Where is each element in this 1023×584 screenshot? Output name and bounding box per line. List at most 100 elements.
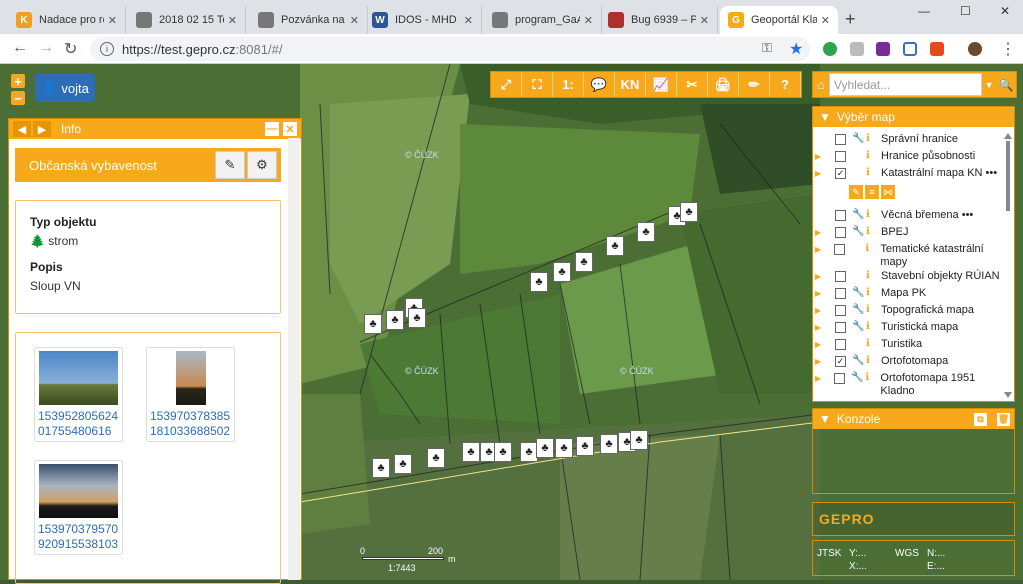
office-extension-icon[interactable] bbox=[930, 42, 944, 56]
home-icon[interactable]: ⌂ bbox=[813, 78, 829, 92]
browser-tab[interactable]: Bug 6939 – Ps ✕ bbox=[600, 6, 718, 34]
search-input[interactable]: Vyhledat... bbox=[828, 73, 983, 96]
kn-icon[interactable]: KN bbox=[615, 72, 646, 97]
search-icon[interactable]: 🔍 bbox=[996, 78, 1016, 92]
edit-icon[interactable]: ✎ bbox=[215, 151, 245, 179]
onenote-extension-icon[interactable] bbox=[876, 42, 890, 56]
layer-row[interactable]: 🔧 ℹ Správní hranice bbox=[813, 133, 1003, 146]
info-icon[interactable]: ℹ bbox=[866, 270, 878, 281]
layer-checkbox[interactable] bbox=[834, 244, 846, 255]
info-icon[interactable]: ℹ bbox=[866, 355, 878, 366]
site-info-icon[interactable]: i bbox=[100, 42, 114, 56]
new-tab-button[interactable]: + bbox=[845, 9, 856, 30]
layer-row[interactable]: ▶ 🔧 ℹ Mapa PK bbox=[813, 287, 1003, 300]
photo-caption[interactable]: 15395280562401755480616 bbox=[38, 409, 119, 439]
layer-row[interactable]: ▶ ℹ Tematické katastrální mapy bbox=[813, 243, 1003, 269]
tree-marker-icon[interactable]: ♣ bbox=[372, 458, 390, 478]
tree-marker-icon[interactable]: ♣ bbox=[680, 202, 698, 222]
close-tab-icon[interactable]: ✕ bbox=[821, 14, 830, 27]
console-panel-header[interactable]: ▼ Konzole ⧉ 🗑 bbox=[813, 409, 1014, 429]
photo-image[interactable] bbox=[175, 351, 206, 405]
photo-caption[interactable]: 153970379570920915538103 bbox=[38, 522, 119, 552]
layer-row[interactable]: ▶ ✓ 🔧 ℹ Ortofotomapa bbox=[813, 355, 1003, 368]
search-dropdown-icon[interactable]: ▼ bbox=[982, 80, 996, 90]
layer-checkbox[interactable]: ✓ bbox=[835, 168, 846, 179]
layer-row[interactable]: ▶ ℹ Stavební objekty RÚIAN bbox=[813, 270, 1003, 283]
print-icon[interactable]: 🖨 bbox=[708, 72, 739, 97]
layer-checkbox[interactable] bbox=[835, 322, 846, 333]
evernote-extension-icon[interactable] bbox=[823, 42, 837, 56]
info-icon[interactable]: ℹ bbox=[866, 338, 878, 349]
browser-tab[interactable]: K Nadace pro ro ✕ bbox=[8, 6, 126, 34]
tree-marker-icon[interactable]: ♣ bbox=[462, 442, 480, 462]
layer-row[interactable]: ▶ ℹ Turistika bbox=[813, 338, 1003, 351]
layer-row[interactable]: ▶ 🔧 ℹ Turistická mapa bbox=[813, 321, 1003, 334]
tree-marker-icon[interactable]: ♣ bbox=[606, 236, 624, 256]
expand-icon[interactable]: ▶ bbox=[813, 289, 823, 298]
wrench-icon[interactable]: 🔧 bbox=[852, 355, 866, 366]
expand-icon[interactable]: ▶ bbox=[813, 272, 823, 281]
zoom-out-button[interactable]: − bbox=[11, 91, 25, 106]
expand-icon[interactable]: ▶ bbox=[813, 306, 823, 315]
info-icon[interactable]: ℹ bbox=[866, 133, 878, 144]
edit-icon[interactable]: ✎ bbox=[849, 185, 863, 199]
info-icon[interactable]: ℹ bbox=[866, 150, 878, 161]
expand-icon[interactable]: ▶ bbox=[813, 357, 823, 366]
reload-icon[interactable]: ↻ bbox=[64, 39, 77, 59]
wrench-icon[interactable]: 🔧 bbox=[851, 372, 865, 383]
layer-row[interactable]: 🔧 ℹ Věcná břemena ••• bbox=[813, 209, 1003, 222]
close-panel-icon[interactable]: ✕ bbox=[283, 122, 297, 136]
comment-icon[interactable]: 💬 bbox=[584, 72, 615, 97]
layer-checkbox[interactable] bbox=[835, 227, 846, 238]
wrench-icon[interactable]: 🔧 bbox=[852, 226, 866, 237]
key-icon[interactable]: ⚿ bbox=[762, 40, 772, 56]
info-icon[interactable]: ℹ bbox=[866, 209, 878, 220]
layer-checkbox[interactable] bbox=[834, 373, 846, 384]
forward-icon[interactable]: → bbox=[38, 39, 54, 57]
close-tab-icon[interactable]: ✕ bbox=[108, 14, 117, 27]
browser-tab[interactable]: G Geoportál Kla ✕ bbox=[720, 6, 838, 34]
layer-row[interactable]: ▶ ℹ Hranice působnosti bbox=[813, 150, 1003, 163]
browser-tab[interactable]: Pozvánka na D ✕ bbox=[250, 6, 368, 34]
draw-icon[interactable]: ✏ bbox=[739, 72, 770, 97]
profile-avatar[interactable] bbox=[968, 42, 982, 56]
photo-image[interactable] bbox=[39, 464, 118, 518]
photo-image[interactable] bbox=[39, 351, 118, 405]
tree-marker-icon[interactable]: ♣ bbox=[427, 448, 445, 468]
layer-checkbox[interactable] bbox=[835, 151, 846, 162]
photo-caption[interactable]: 153970378385181033688502 bbox=[150, 409, 231, 439]
minimize-icon[interactable]: — bbox=[918, 4, 930, 18]
layer-checkbox[interactable] bbox=[835, 271, 846, 282]
arrow-left-icon[interactable]: ◀ bbox=[13, 121, 31, 137]
expand-icon[interactable]: ▶ bbox=[813, 245, 822, 254]
layer-row[interactable]: ▶ 🔧 ℹ Topografická mapa bbox=[813, 304, 1003, 317]
info-icon[interactable]: ℹ bbox=[866, 304, 878, 315]
layer-checkbox[interactable] bbox=[835, 288, 846, 299]
layer-checkbox[interactable]: ✓ bbox=[835, 356, 846, 367]
wrench-icon[interactable]: 🔧 bbox=[852, 133, 866, 144]
tree-marker-icon[interactable]: ♣ bbox=[630, 430, 648, 450]
info-icon[interactable]: ℹ bbox=[865, 372, 877, 383]
info-panel-scrollbar[interactable] bbox=[288, 138, 300, 580]
graph-icon[interactable]: 📈 bbox=[646, 72, 677, 97]
tree-marker-icon[interactable]: ♣ bbox=[364, 314, 382, 334]
chevron-down-icon[interactable]: ▼ bbox=[819, 110, 831, 124]
photo-thumbnail[interactable]: 15395280562401755480616 bbox=[34, 347, 123, 442]
info-icon[interactable]: ℹ bbox=[866, 226, 878, 237]
browser-menu-icon[interactable]: ⋮ bbox=[1000, 39, 1016, 59]
maximize-icon[interactable]: ☐ bbox=[960, 4, 971, 18]
scale-1-1-icon[interactable]: 1: bbox=[553, 72, 584, 97]
trash-icon[interactable]: 🗑 bbox=[997, 412, 1010, 426]
close-tab-icon[interactable]: ✕ bbox=[350, 14, 359, 27]
layer-checkbox[interactable] bbox=[835, 305, 846, 316]
tree-marker-icon[interactable]: ♣ bbox=[394, 454, 412, 474]
gear-icon[interactable]: ⚙ bbox=[247, 151, 277, 179]
close-tab-icon[interactable]: ✕ bbox=[228, 14, 237, 27]
minimize-panel-icon[interactable]: — bbox=[265, 122, 279, 136]
user-button[interactable]: 👤 vojta bbox=[35, 74, 95, 102]
tree-marker-icon[interactable]: ♣ bbox=[555, 438, 573, 458]
zoom-in-button[interactable]: + bbox=[11, 74, 25, 89]
browser-tab[interactable]: 2018 02 15 Te ✕ bbox=[128, 6, 246, 34]
back-icon[interactable]: ← bbox=[12, 39, 28, 57]
bookmark-star-icon[interactable]: ★ bbox=[789, 39, 803, 59]
